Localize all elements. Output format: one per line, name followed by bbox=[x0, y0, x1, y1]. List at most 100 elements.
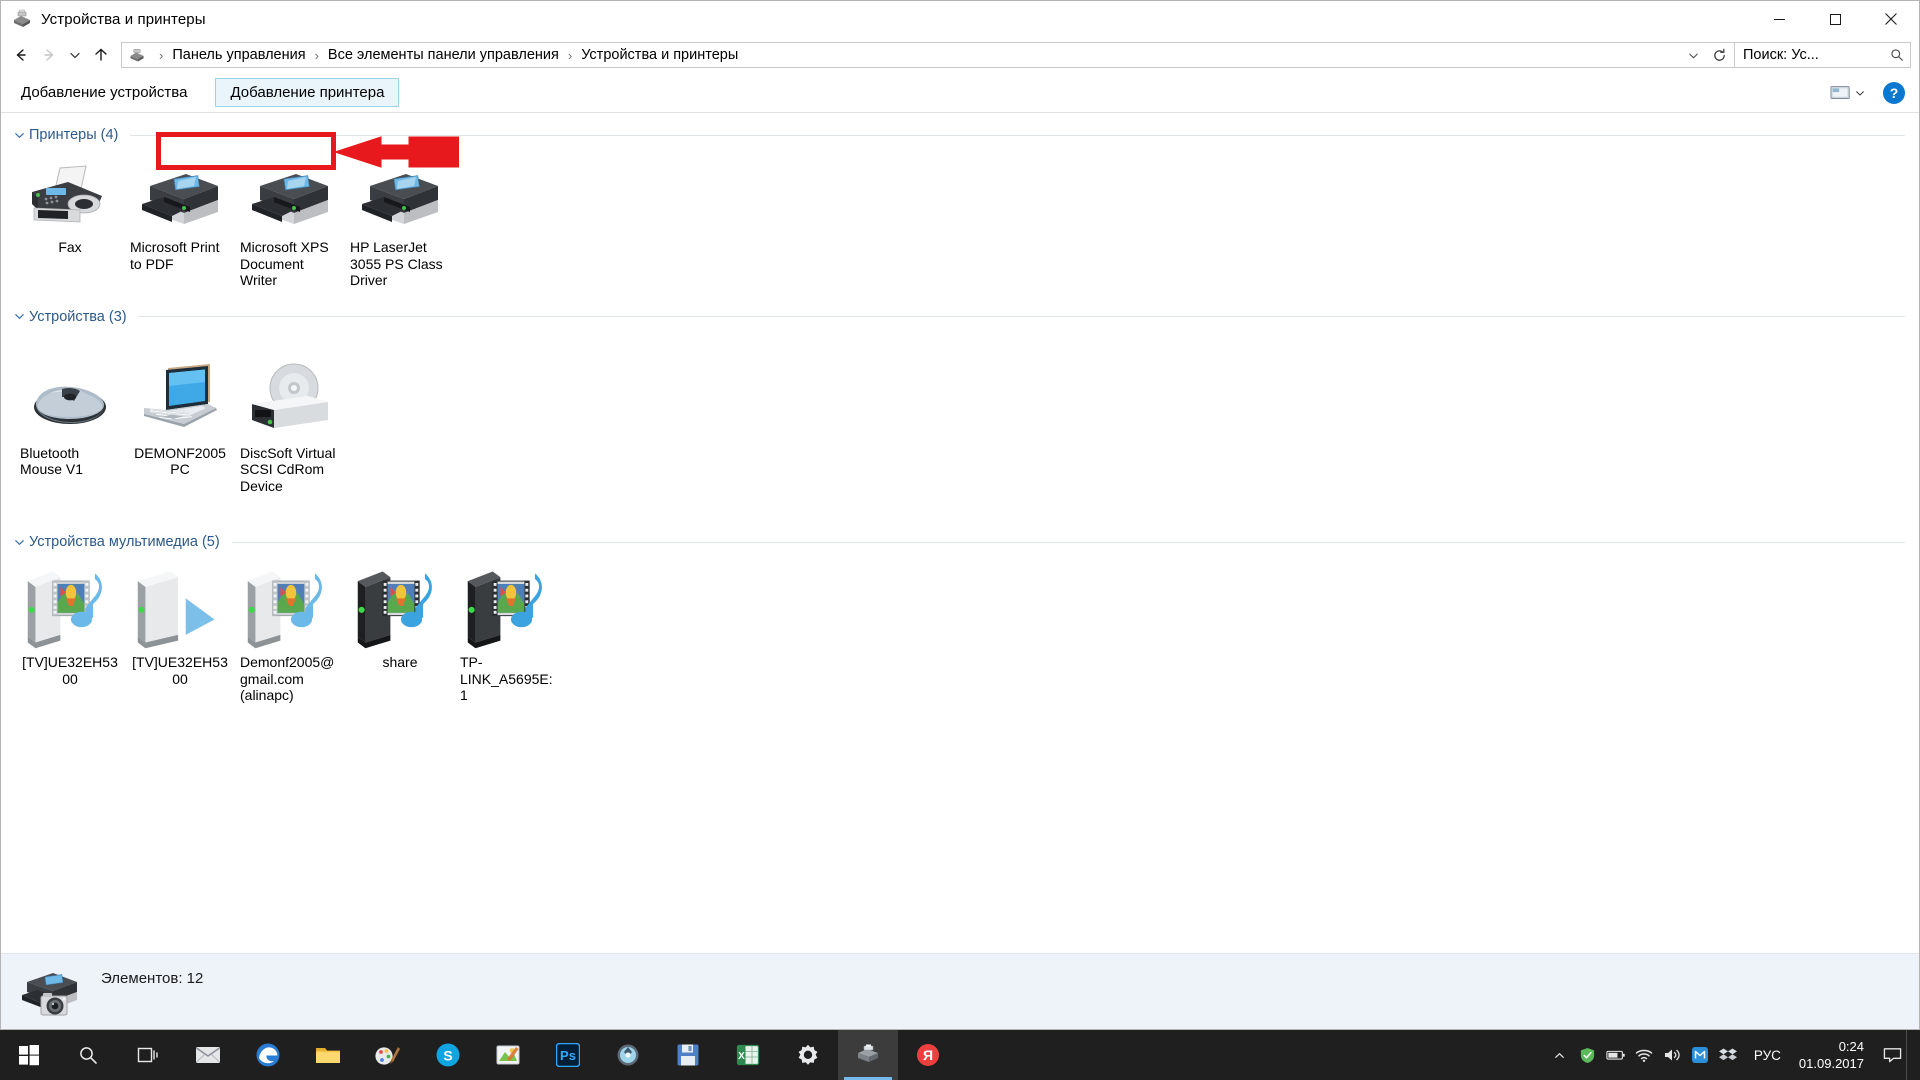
cdrom-drive-icon bbox=[242, 359, 338, 437]
printer-icon bbox=[242, 159, 338, 231]
clock-time: 0:24 bbox=[1839, 1038, 1864, 1055]
volume-icon[interactable] bbox=[1658, 1030, 1686, 1080]
device-item-share[interactable]: share bbox=[345, 564, 455, 671]
search-icon bbox=[1890, 48, 1904, 62]
taskbar-item-excel[interactable]: X bbox=[718, 1030, 778, 1080]
language-indicator[interactable]: РУС bbox=[1742, 1030, 1793, 1080]
chevron-down-icon[interactable] bbox=[11, 127, 27, 143]
add-device-button[interactable]: Добавление устройства bbox=[9, 78, 199, 107]
breadcrumb-separator: › bbox=[152, 48, 170, 63]
show-desktop-button[interactable] bbox=[1906, 1030, 1916, 1080]
start-button[interactable] bbox=[0, 1030, 58, 1080]
back-button[interactable] bbox=[7, 41, 35, 69]
change-view-button[interactable] bbox=[1826, 80, 1869, 106]
search-button[interactable] bbox=[58, 1030, 118, 1080]
printers-items-row: Fax bbox=[1, 155, 1919, 289]
items-view[interactable]: Принтеры (4) bbox=[1, 113, 1919, 953]
minimize-button[interactable] bbox=[1751, 1, 1807, 37]
search-input[interactable]: Поиск: Ус... bbox=[1735, 42, 1911, 68]
multimedia-items-row: [TV]UE32EH5300 [TV]UE32EH5300 bbox=[1, 564, 1919, 704]
device-label: [TV]UE32EH5300 bbox=[130, 654, 230, 687]
taskbar-item-skype[interactable]: S bbox=[418, 1030, 478, 1080]
taskbar: S Ps bbox=[0, 1030, 1920, 1080]
close-button[interactable] bbox=[1863, 1, 1919, 37]
taskbar-item-edge[interactable] bbox=[238, 1030, 298, 1080]
printer-icon bbox=[352, 159, 448, 231]
taskbar-item-game[interactable] bbox=[598, 1030, 658, 1080]
group-header-multimedia[interactable]: Устройства мультимедиа (5) bbox=[1, 530, 1919, 554]
recent-locations-button[interactable] bbox=[63, 41, 87, 69]
shield-icon[interactable] bbox=[1574, 1030, 1602, 1080]
device-label: HP LaserJet 3055 PS Class Driver bbox=[350, 239, 450, 289]
taskbar-item-yandex-browser[interactable]: Я bbox=[898, 1030, 958, 1080]
device-item-ms-xps-writer[interactable]: Microsoft XPS Document Writer bbox=[235, 155, 345, 289]
device-label: Microsoft Print to PDF bbox=[130, 239, 230, 272]
group-header-devices[interactable]: Устройства (3) bbox=[1, 305, 1919, 329]
chevron-down-icon[interactable] bbox=[1680, 43, 1706, 67]
dropbox-icon[interactable] bbox=[1714, 1030, 1742, 1080]
device-item-demonf2005pc[interactable]: DEMONF2005PC bbox=[125, 355, 235, 478]
device-label: [TV]UE32EH5300 bbox=[20, 654, 120, 687]
taskbar-item-devices-printers[interactable] bbox=[838, 1030, 898, 1080]
device-label: DEMONF2005PC bbox=[130, 445, 230, 478]
refresh-icon[interactable] bbox=[1706, 43, 1732, 67]
action-center-icon[interactable] bbox=[1878, 1030, 1906, 1080]
fax-printer-icon bbox=[22, 159, 118, 231]
taskbar-item-paint-net[interactable] bbox=[358, 1030, 418, 1080]
breadcrumb-address-bar[interactable]: › Панель управления › Все элементы панел… bbox=[121, 42, 1735, 68]
svg-text:X: X bbox=[738, 1051, 745, 1062]
system-tray: РУС 0:24 01.09.2017 bbox=[1546, 1030, 1920, 1080]
device-item-ms-print-to-pdf[interactable]: Microsoft Print to PDF bbox=[125, 155, 235, 272]
taskbar-item-mail[interactable] bbox=[178, 1030, 238, 1080]
breadcrumb-item-control-panel[interactable]: Панель управления bbox=[170, 47, 307, 63]
device-item-tv-ue32eh5300-2[interactable]: [TV]UE32EH5300 bbox=[125, 564, 235, 687]
title-bar[interactable]: Устройства и принтеры bbox=[1, 1, 1919, 37]
device-item-bluetooth-mouse[interactable]: Bluetooth Mouse V1 bbox=[15, 355, 125, 478]
breadcrumb-item-devices-printers[interactable]: Устройства и принтеры bbox=[579, 47, 740, 63]
taskbar-item-photoshop[interactable]: Ps bbox=[538, 1030, 598, 1080]
chevron-down-icon[interactable] bbox=[11, 534, 27, 550]
device-item-demonf2005-gmail[interactable]: Demonf2005@gmail.com (alinapc) bbox=[235, 564, 345, 704]
device-label: Microsoft XPS Document Writer bbox=[240, 239, 340, 289]
forward-button[interactable] bbox=[35, 41, 63, 69]
mouse-icon bbox=[22, 359, 118, 437]
window-controls bbox=[1751, 1, 1919, 37]
group-title: Устройства мультимедиа (5) bbox=[29, 534, 220, 550]
laptop-icon bbox=[132, 359, 228, 437]
group-header-printers[interactable]: Принтеры (4) bbox=[1, 123, 1919, 147]
help-button[interactable]: ? bbox=[1883, 82, 1905, 104]
media-player-icon bbox=[132, 568, 228, 646]
breadcrumb-item-all-items[interactable]: Все элементы панели управления bbox=[326, 47, 561, 63]
show-hidden-icons-button[interactable] bbox=[1546, 1030, 1574, 1080]
clock-date: 01.09.2017 bbox=[1799, 1055, 1864, 1072]
chevron-down-icon bbox=[1855, 88, 1865, 98]
device-label: Bluetooth Mouse V1 bbox=[20, 445, 120, 478]
devices-items-row: Bluetooth Mouse V1 bbox=[1, 355, 1919, 495]
status-bar: Элементов: 12 bbox=[1, 953, 1919, 1029]
task-view-button[interactable] bbox=[118, 1030, 178, 1080]
device-item-tp-link[interactable]: TP-LINK_A5695E:1 bbox=[455, 564, 565, 704]
device-item-discsoft-cdrom[interactable]: DiscSoft Virtual SCSI CdRom Device bbox=[235, 355, 345, 495]
group-title: Принтеры (4) bbox=[29, 127, 118, 143]
taskbar-item-paint[interactable] bbox=[478, 1030, 538, 1080]
device-item-tv-ue32eh5300-1[interactable]: [TV]UE32EH5300 bbox=[15, 564, 125, 687]
wifi-icon[interactable] bbox=[1630, 1030, 1658, 1080]
messenger-icon[interactable] bbox=[1686, 1030, 1714, 1080]
chevron-down-icon[interactable] bbox=[11, 309, 27, 325]
taskbar-item-file-explorer[interactable] bbox=[298, 1030, 358, 1080]
device-item-hp-laserjet[interactable]: HP LaserJet 3055 PS Class Driver bbox=[345, 155, 455, 289]
device-label: share bbox=[350, 654, 450, 671]
media-device-icon bbox=[242, 568, 338, 646]
device-item-fax[interactable]: Fax bbox=[15, 155, 125, 256]
add-printer-button[interactable]: Добавление принтера bbox=[215, 78, 399, 107]
battery-icon[interactable] bbox=[1602, 1030, 1630, 1080]
devices-printers-icon bbox=[11, 8, 33, 30]
printer-camera-icon bbox=[19, 966, 83, 1024]
taskbar-item-save[interactable] bbox=[658, 1030, 718, 1080]
clock[interactable]: 0:24 01.09.2017 bbox=[1793, 1030, 1878, 1080]
maximize-button[interactable] bbox=[1807, 1, 1863, 37]
device-label: Fax bbox=[20, 239, 120, 256]
up-button[interactable] bbox=[87, 41, 115, 69]
taskbar-item-settings[interactable] bbox=[778, 1030, 838, 1080]
svg-text:S: S bbox=[443, 1048, 452, 1064]
